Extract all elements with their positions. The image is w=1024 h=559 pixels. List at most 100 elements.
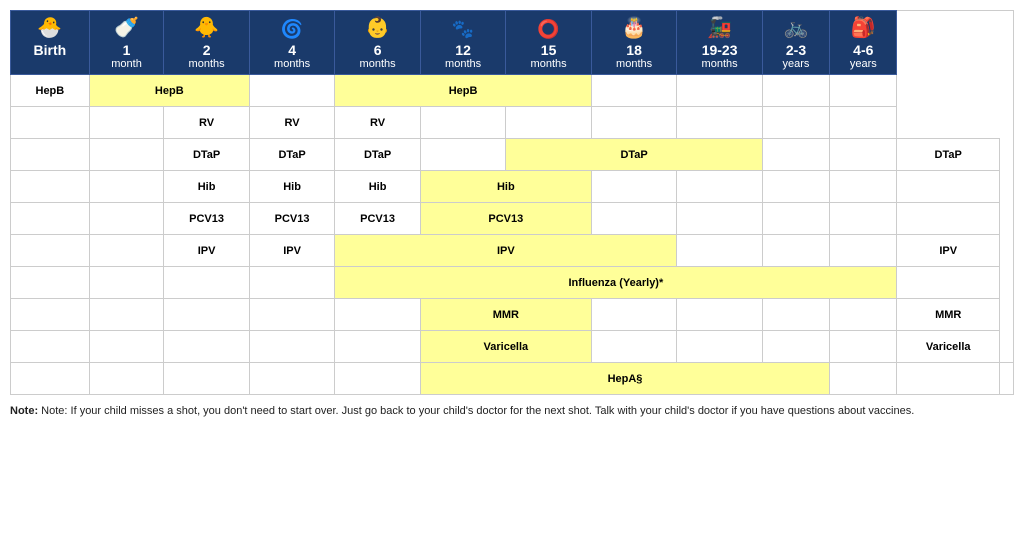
varicella-2m-cell bbox=[164, 331, 250, 363]
hib-19-23m-cell bbox=[762, 171, 829, 203]
vaccine-schedule-table: 🐣 Birth 🍼 1 month 🐥 2 months 🌀 4 months … bbox=[10, 10, 1014, 395]
rv-2m-cell: RV bbox=[164, 107, 250, 139]
mmr-2-3y-cell bbox=[830, 299, 897, 331]
pcv13-2-3y-cell bbox=[830, 203, 897, 235]
hepb-label: HepB bbox=[11, 75, 90, 107]
hib-15m-cell bbox=[591, 171, 677, 203]
ipv-4-6y-cell: IPV bbox=[897, 235, 1000, 267]
table-row: MMR MMR bbox=[11, 299, 1014, 331]
hepa-1m-cell bbox=[89, 363, 164, 395]
varicella-19-23m-cell bbox=[762, 331, 829, 363]
mmr-6m-cell bbox=[335, 299, 421, 331]
dtap-6m-cell: DTaP bbox=[335, 139, 421, 171]
hepb-1m-cell: HepB bbox=[89, 75, 249, 107]
rv-15m-cell bbox=[506, 107, 592, 139]
rv-4m-cell: RV bbox=[249, 107, 335, 139]
ipv-2-3y-cell bbox=[830, 235, 897, 267]
header-15m: ⭕ 15 months bbox=[506, 11, 592, 75]
varicella-1m-cell bbox=[89, 331, 164, 363]
header-18m: 🎂 18 months bbox=[591, 11, 677, 75]
dtap-2-3y-cell bbox=[830, 139, 897, 171]
header-2m: 🐥 2 months bbox=[164, 11, 250, 75]
dtap-19-23m-cell bbox=[762, 139, 829, 171]
mmr-18m-cell bbox=[677, 299, 763, 331]
ipv-4m-cell: IPV bbox=[249, 235, 335, 267]
varicella-6m-cell bbox=[335, 331, 421, 363]
header-birth: 🐣 Birth bbox=[11, 11, 90, 75]
pcv13-6m-cell: PCV13 bbox=[335, 203, 421, 235]
rv-19-23m-cell bbox=[677, 107, 763, 139]
dtap-4-6y-cell: DTaP bbox=[897, 139, 1000, 171]
header-4m: 🌀 4 months bbox=[249, 11, 335, 75]
hepa-4-6y-cell bbox=[999, 363, 1013, 395]
hib-2-3y-cell bbox=[830, 171, 897, 203]
header-2-3y: 🚲 2-3 years bbox=[762, 11, 829, 75]
pcv13-12m-cell: PCV13 bbox=[420, 203, 591, 235]
dtap-label bbox=[11, 139, 90, 171]
dtap-2m-cell: DTaP bbox=[164, 139, 250, 171]
dtap-4m-cell: DTaP bbox=[249, 139, 335, 171]
ipv-2m-cell: IPV bbox=[164, 235, 250, 267]
hepa-12m-cell: HepA§ bbox=[420, 363, 829, 395]
rv-18m-cell bbox=[591, 107, 677, 139]
rv-1m-cell bbox=[89, 107, 164, 139]
hepa-label bbox=[11, 363, 90, 395]
pcv13-4-6y-cell bbox=[897, 203, 1000, 235]
mmr-15m-cell bbox=[591, 299, 677, 331]
rv-2-3y-cell bbox=[762, 107, 829, 139]
flu-6m-cell: Influenza (Yearly)* bbox=[335, 267, 897, 299]
rv-12m-cell bbox=[420, 107, 506, 139]
flu-label bbox=[11, 267, 90, 299]
dtap-1m-cell bbox=[89, 139, 164, 171]
ipv-6m-cell: IPV bbox=[335, 235, 677, 267]
table-row: IPV IPV IPV IPV bbox=[11, 235, 1014, 267]
header-1m: 🍼 1 month bbox=[89, 11, 164, 75]
varicella-18m-cell bbox=[677, 331, 763, 363]
hepb-4m-cell bbox=[249, 75, 335, 107]
flu-1m-cell bbox=[89, 267, 164, 299]
table-row: HepB HepB HepB bbox=[11, 75, 1014, 107]
table-row: DTaP DTaP DTaP DTaP DTaP bbox=[11, 139, 1014, 171]
hib-1m-cell bbox=[89, 171, 164, 203]
hepb-19-23m-cell bbox=[677, 75, 763, 107]
pcv13-18m-cell bbox=[677, 203, 763, 235]
hepb-2-3y-cell bbox=[762, 75, 829, 107]
ipv-1m-cell bbox=[89, 235, 164, 267]
dtap-15m-cell: DTaP bbox=[506, 139, 763, 171]
varicella-label bbox=[11, 331, 90, 363]
flu-2m-cell bbox=[164, 267, 250, 299]
pcv13-1m-cell bbox=[89, 203, 164, 235]
flu-4-6y-cell bbox=[897, 267, 1000, 299]
pcv13-4m-cell: PCV13 bbox=[249, 203, 335, 235]
header-12m: 🐾 12 months bbox=[420, 11, 506, 75]
pcv13-19-23m-cell bbox=[762, 203, 829, 235]
table-row: Influenza (Yearly)* bbox=[11, 267, 1014, 299]
mmr-12m-cell: MMR bbox=[420, 299, 591, 331]
mmr-1m-cell bbox=[89, 299, 164, 331]
table-row: PCV13 PCV13 PCV13 PCV13 bbox=[11, 203, 1014, 235]
varicella-4-6y-cell: Varicella bbox=[897, 331, 1000, 363]
hib-6m-cell: Hib bbox=[335, 171, 421, 203]
pcv13-label bbox=[11, 203, 90, 235]
rv-4-6y-cell bbox=[830, 107, 897, 139]
hepa-4m-cell bbox=[249, 363, 335, 395]
mmr-4-6y-cell: MMR bbox=[897, 299, 1000, 331]
hepa-19-23m-cell bbox=[830, 363, 897, 395]
hepb-18m-cell bbox=[591, 75, 677, 107]
table-row: HepA§ bbox=[11, 363, 1014, 395]
pcv13-2m-cell: PCV13 bbox=[164, 203, 250, 235]
rv-label bbox=[11, 107, 90, 139]
hib-18m-cell bbox=[677, 171, 763, 203]
hib-4m-cell: Hib bbox=[249, 171, 335, 203]
mmr-2m-cell bbox=[164, 299, 250, 331]
table-row: RV RV RV bbox=[11, 107, 1014, 139]
varicella-12m-cell: Varicella bbox=[420, 331, 591, 363]
ipv-18m-cell bbox=[677, 235, 763, 267]
hepb-6m-cell: HepB bbox=[335, 75, 592, 107]
flu-4m-cell bbox=[249, 267, 335, 299]
note-text: Note: Note: If your child misses a shot,… bbox=[10, 403, 1014, 420]
rv-6m-cell: RV bbox=[335, 107, 421, 139]
table-row: Hib Hib Hib Hib bbox=[11, 171, 1014, 203]
hib-12m-cell: Hib bbox=[420, 171, 591, 203]
header-6m: 👶 6 months bbox=[335, 11, 421, 75]
